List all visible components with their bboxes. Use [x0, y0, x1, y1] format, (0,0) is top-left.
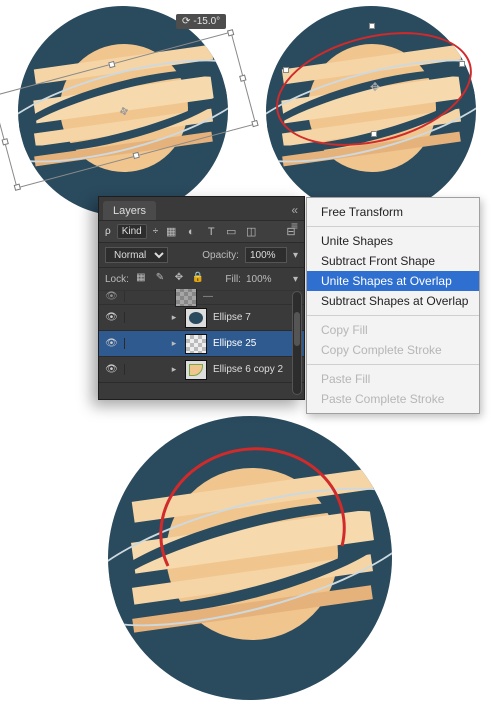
fill-label: Fill: — [225, 274, 241, 285]
context-menu-item: Copy Complete Stroke — [307, 340, 479, 360]
lock-label: Lock: — [105, 274, 129, 285]
panel-close-icon[interactable]: « — [291, 203, 298, 217]
layer-name: Ellipse 7 — [213, 312, 304, 323]
lock-pixels-icon[interactable]: ✎ — [153, 272, 167, 286]
layer-name: — — [203, 291, 304, 302]
planet-scene-transform: ✥ -15.0° — [18, 6, 228, 216]
lock-all-icon[interactable]: 🔒 — [191, 272, 205, 286]
layers-panel[interactable]: Layers « ≡ ρ Kind ÷ ▦ ◐ T ▭ ◫ ⊟ Normal O… — [98, 196, 305, 400]
layer-row[interactable]: 👁 ▸ Ellipse 25 — [99, 331, 304, 357]
twisty-icon[interactable]: ▸ — [169, 338, 179, 349]
lock-pos-icon[interactable]: ✥ — [172, 272, 186, 286]
context-menu-item[interactable]: Unite Shapes at Overlap — [307, 271, 479, 291]
context-menu-item: Paste Complete Stroke — [307, 389, 479, 409]
rotate-tooltip: -15.0° — [176, 14, 226, 29]
visibility-toggle[interactable]: 👁 — [99, 312, 125, 323]
twisty-icon[interactable]: ▸ — [169, 364, 179, 375]
fill-value[interactable]: 100% — [246, 274, 288, 285]
visibility-toggle[interactable]: 👁 — [99, 338, 125, 349]
layer-row[interactable]: 👁 ▸ Ellipse 6 copy 2 — [99, 357, 304, 383]
filter-pixel-icon[interactable]: ▦ — [164, 225, 178, 239]
layers-list: 👁 — 👁 ▸ Ellipse 7 👁 ▸ Ellipse 25 👁 ▸ Ell… — [99, 289, 304, 399]
layer-thumb — [185, 334, 207, 354]
layer-row[interactable]: 👁 ▸ Ellipse 7 — [99, 305, 304, 331]
layer-thumb — [175, 289, 197, 307]
blend-mode-select[interactable]: Normal — [105, 247, 168, 263]
filter-type-icon[interactable]: T — [204, 225, 218, 239]
lock-row: Lock: ▦ ✎ ✥ 🔒 Fill: 100% ▾ — [99, 268, 304, 291]
twisty-icon[interactable]: ▸ — [169, 312, 179, 323]
blend-row: Normal Opacity: 100% ▾ — [99, 243, 304, 268]
context-menu-item[interactable]: Subtract Shapes at Overlap — [307, 291, 479, 311]
context-menu[interactable]: Free Transform Unite ShapesSubtract Front… — [306, 197, 480, 414]
layer-filter-row: ρ Kind ÷ ▦ ◐ T ▭ ◫ ⊟ — [99, 220, 304, 243]
layer-name: Ellipse 6 copy 2 — [213, 364, 304, 375]
layer-thumb — [185, 308, 207, 328]
context-menu-item[interactable]: Subtract Front Shape — [307, 251, 479, 271]
visibility-toggle[interactable]: 👁 — [99, 364, 125, 375]
opacity-value[interactable]: 100% — [245, 247, 287, 263]
layer-row[interactable]: 👁 — — [99, 289, 304, 305]
context-menu-item[interactable]: Free Transform — [307, 202, 479, 222]
filter-adjust-icon[interactable]: ◐ — [184, 225, 198, 239]
planet-scene-result — [108, 416, 392, 700]
context-menu-item: Paste Fill — [307, 369, 479, 389]
layer-name: Ellipse 25 — [213, 338, 304, 349]
filter-smart-icon[interactable]: ◫ — [244, 225, 258, 239]
filter-shape-icon[interactable]: ▭ — [224, 225, 238, 239]
panel-scrollbar[interactable] — [292, 291, 302, 395]
context-menu-item[interactable]: Unite Shapes — [307, 231, 479, 251]
panel-menu-icon[interactable]: ≡ — [291, 219, 298, 233]
scrollbar-thumb[interactable] — [294, 312, 300, 346]
opacity-label: Opacity: — [202, 250, 239, 261]
context-menu-item: Copy Fill — [307, 320, 479, 340]
visibility-toggle[interactable]: 👁 — [99, 291, 125, 302]
layers-tab[interactable]: Layers — [103, 201, 156, 220]
filter-kind-dropdown[interactable]: Kind — [117, 224, 147, 239]
lock-trans-icon[interactable]: ▦ — [134, 272, 148, 286]
planet-scene-red-ellipse: ✥ — [266, 6, 476, 216]
layer-thumb — [185, 360, 207, 380]
